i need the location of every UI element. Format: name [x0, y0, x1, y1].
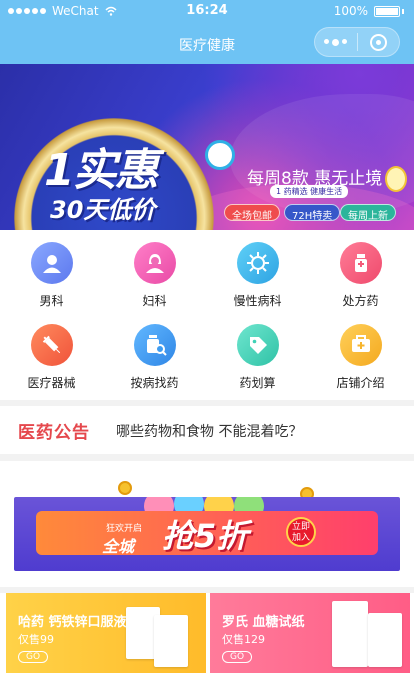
category-find-by-disease[interactable]: 按病找药 [103, 324, 206, 391]
battery-percent: 100% [333, 4, 368, 18]
category-devices[interactable]: 医疗器械 [0, 324, 103, 391]
male-user-icon [30, 242, 73, 284]
category-chronic[interactable]: 慢性病科 [206, 242, 309, 309]
product-image [332, 601, 368, 667]
target-icon [369, 33, 387, 51]
category-label: 处方药 [342, 294, 379, 308]
sale-section: 狂欢开启 全城 抢5折 立即 加入 [0, 461, 414, 587]
category-label: 妇科 [142, 294, 167, 308]
join-line2: 加入 [291, 533, 310, 543]
syringe-icon [30, 324, 73, 366]
category-deals[interactable]: 药划算 [206, 324, 309, 391]
join-now-button[interactable]: 立即 加入 [286, 517, 316, 547]
product-card[interactable]: 罗氏 血糖试纸 仅售129 GO [210, 593, 410, 673]
mascot-icon [385, 166, 407, 192]
category-label: 按病找药 [130, 376, 179, 390]
banner-tag: 全场包邮 [224, 204, 280, 222]
category-label: 男科 [39, 294, 64, 308]
medicine-search-icon [133, 324, 176, 366]
product-image [368, 613, 402, 667]
mascot-icon [205, 140, 235, 170]
join-line1: 立即 [291, 522, 310, 532]
sale-main-text: 抢5折 [162, 517, 249, 555]
shop-icon [339, 324, 382, 366]
battery-tip [402, 8, 404, 14]
product-name: 哈药 钙铁锌口服液 [18, 615, 127, 630]
top-bar: WeChat 16:24 100% 医疗健康 [0, 0, 414, 64]
category-label: 医疗器械 [27, 376, 76, 390]
more-menu-button[interactable] [315, 38, 357, 46]
category-male[interactable]: 男科 [0, 242, 103, 309]
banner-headline: 1实惠 [44, 145, 159, 196]
banner-promo-sub: 1 药精选 健康生活 [270, 185, 349, 198]
category-shop-intro[interactable]: 店铺介绍 [309, 324, 412, 391]
sale-line2: 全城 [102, 537, 135, 556]
coin-decoration [118, 481, 132, 495]
medicine-bottle-icon [339, 242, 382, 284]
status-bar: WeChat 16:24 100% [0, 0, 414, 24]
product-price: 仅售99 [18, 633, 54, 646]
banner-tag: 每周上新 [340, 204, 396, 222]
product-name: 罗氏 血糖试纸 [222, 615, 305, 630]
category-grid: 男科 妇科 慢性病科 处方药 医疗器械 按病找药 药划算 店铺介绍 [0, 230, 414, 400]
category-prescription[interactable]: 处方药 [309, 242, 412, 309]
product-cards: 哈药 钙铁锌口服液 仅售99 GO 罗氏 血糖试纸 仅售129 GO [0, 593, 414, 688]
title-bar: 医疗健康 [0, 24, 414, 64]
notice-badge: 医药公告 [18, 423, 90, 443]
category-label: 店铺介绍 [336, 376, 385, 390]
product-price: 仅售129 [222, 633, 265, 646]
product-image [154, 615, 188, 667]
notice-bar[interactable]: 医药公告 哪些药物和食物 不能混着吃？ [0, 406, 414, 454]
category-label: 慢性病科 [233, 294, 282, 308]
close-mini-program-button[interactable] [357, 33, 399, 51]
go-button[interactable]: GO [18, 651, 48, 663]
female-user-icon [133, 242, 176, 284]
product-card[interactable]: 哈药 钙铁锌口服液 仅售99 GO [6, 593, 206, 673]
banner-tag: 72H特卖 [284, 204, 341, 222]
category-label: 药划算 [239, 376, 276, 390]
notice-text: 哪些药物和食物 不能混着吃？ [116, 424, 303, 440]
go-button[interactable]: GO [222, 651, 252, 663]
banner-subheadline: 30天低价 [50, 196, 156, 224]
virus-icon [236, 242, 279, 284]
price-tag-icon [236, 324, 279, 366]
mini-program-capsule [314, 27, 400, 57]
sale-banner[interactable]: 狂欢开启 全城 抢5折 立即 加入 [14, 497, 400, 571]
category-female[interactable]: 妇科 [103, 242, 206, 309]
battery-icon [374, 5, 400, 17]
